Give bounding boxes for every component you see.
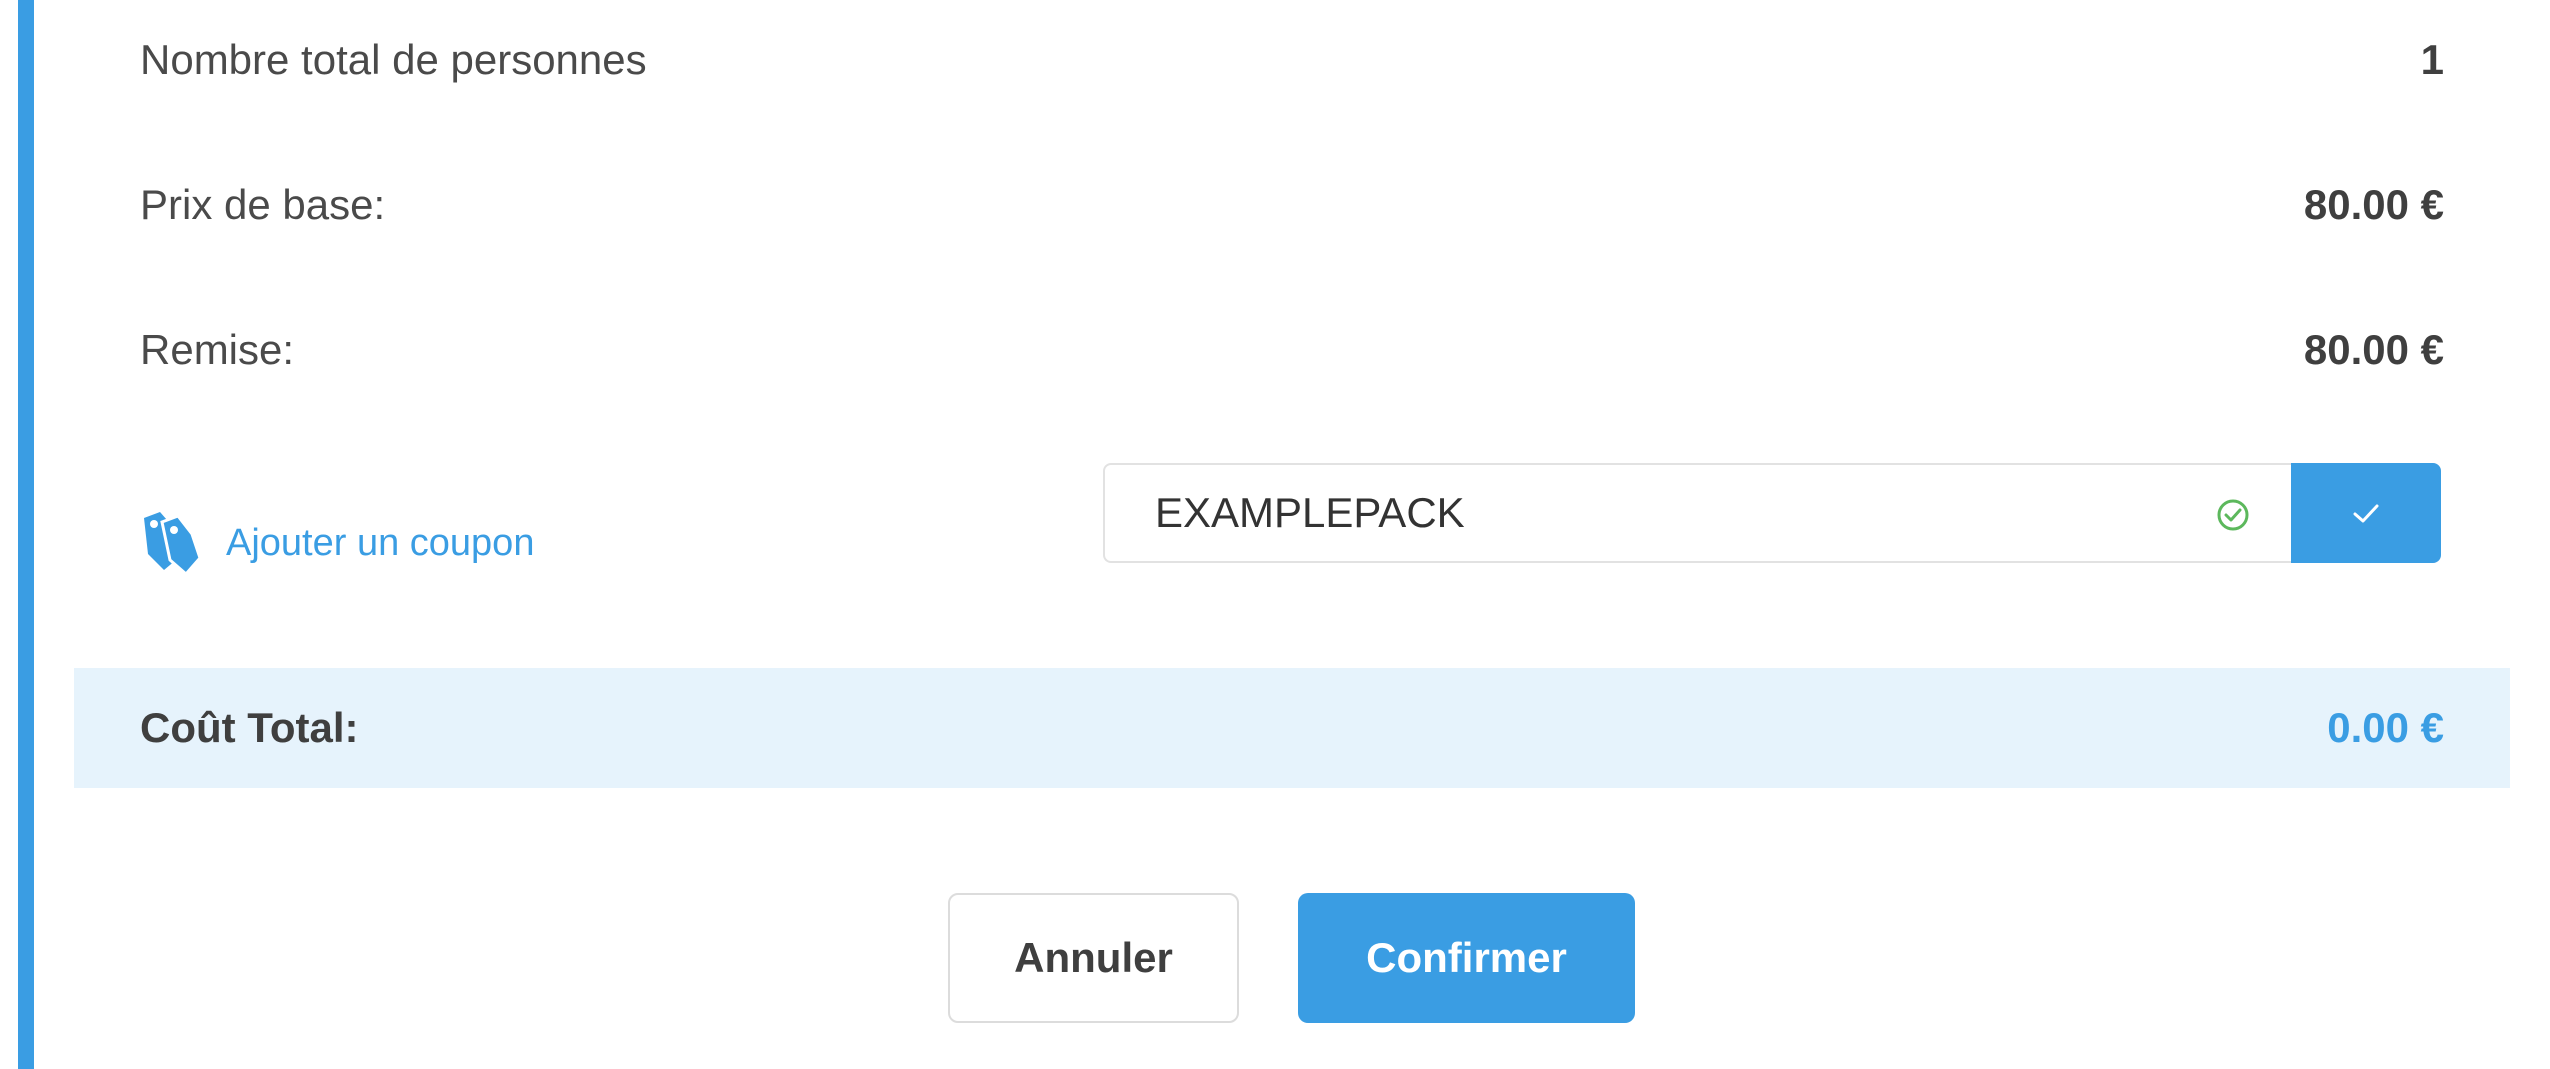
- checkmark-icon: [2353, 504, 2379, 523]
- add-coupon-label: Ajouter un coupon: [226, 521, 535, 564]
- discount-row: Remise: 80.00 €: [140, 320, 2444, 380]
- left-accent-bar: [18, 0, 34, 1069]
- total-cost-band: Coût Total: 0.00 €: [74, 668, 2510, 788]
- total-persons-row: Nombre total de personnes 1: [140, 30, 2444, 90]
- confirm-button[interactable]: Confirmer: [1298, 893, 1635, 1023]
- base-price-value: 80.00 €: [2303, 181, 2444, 228]
- check-circle-icon: [2216, 498, 2250, 532]
- total-cost-label: Coût Total:: [140, 704, 359, 751]
- coupon-code-field: [1103, 463, 2291, 563]
- total-persons-value: 1: [2420, 36, 2444, 83]
- base-price-label: Prix de base:: [140, 181, 386, 228]
- base-price-row: Prix de base: 80.00 €: [140, 175, 2444, 235]
- add-coupon-link[interactable]: Ajouter un coupon: [140, 508, 534, 578]
- discount-label: Remise:: [140, 326, 295, 373]
- total-cost-value: 0.00 €: [2327, 704, 2444, 751]
- coupon-code-input[interactable]: [1155, 465, 2155, 561]
- cancel-button[interactable]: Annuler: [948, 893, 1239, 1023]
- discount-value: 80.00 €: [2303, 326, 2444, 373]
- apply-coupon-button[interactable]: [2291, 463, 2441, 563]
- coupon-tags-icon: [140, 508, 208, 578]
- total-persons-label: Nombre total de personnes: [140, 36, 647, 83]
